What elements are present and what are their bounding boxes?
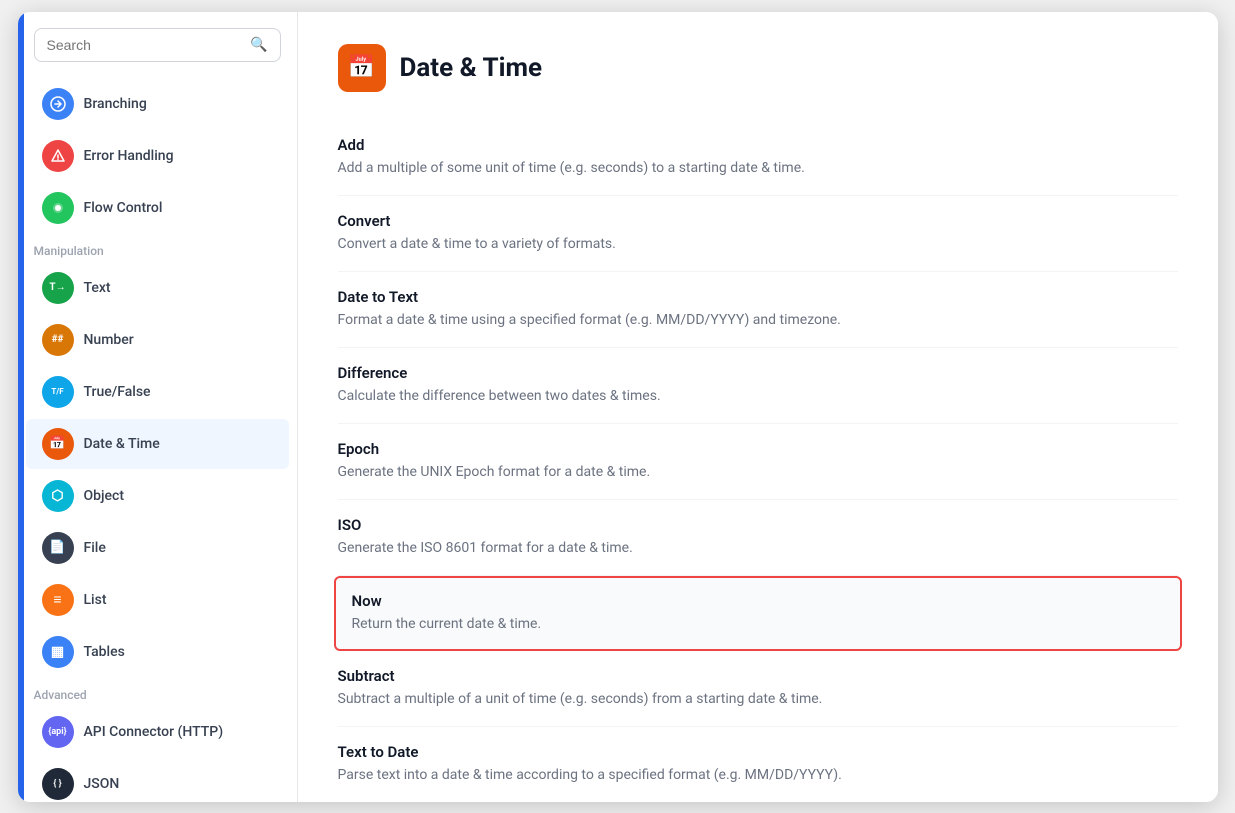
text-label: Text: [84, 280, 111, 296]
function-item-convert[interactable]: Convert Convert a date & time to a varie…: [338, 196, 1178, 272]
number-label: Number: [84, 332, 134, 348]
date-time-label: Date & Time: [84, 436, 160, 452]
page-header: 📅 Date & Time: [338, 44, 1178, 92]
sidebar-item-branching[interactable]: Branching: [26, 79, 289, 129]
sidebar-item-list[interactable]: ≡ List: [26, 575, 289, 625]
function-name-add: Add: [338, 136, 1178, 154]
function-desc-difference: Calculate the difference between two dat…: [338, 386, 1178, 407]
function-list: Add Add a multiple of some unit of time …: [338, 120, 1178, 802]
search-container: 🔍: [18, 28, 297, 78]
sidebar-item-error-handling[interactable]: Error Handling: [26, 131, 289, 181]
object-label: Object: [84, 488, 125, 504]
function-name-convert: Convert: [338, 212, 1178, 230]
true-false-icon: T/F: [42, 376, 74, 408]
function-name-iso: ISO: [338, 516, 1178, 534]
function-name-text-to-date: Text to Date: [338, 743, 1178, 761]
function-name-epoch: Epoch: [338, 440, 1178, 458]
list-icon: ≡: [42, 584, 74, 616]
sidebar-item-text[interactable]: T→ Text: [26, 263, 289, 313]
sidebar-item-json[interactable]: { } JSON: [26, 759, 289, 802]
function-desc-subtract: Subtract a multiple of a unit of time (e…: [338, 689, 1178, 710]
page-header-icon: 📅: [338, 44, 386, 92]
error-handling-label: Error Handling: [84, 148, 174, 164]
function-item-date-to-text[interactable]: Date to Text Format a date & time using …: [338, 272, 1178, 348]
sidebar-item-file[interactable]: 📄 File: [26, 523, 289, 573]
function-item-epoch[interactable]: Epoch Generate the UNIX Epoch format for…: [338, 424, 1178, 500]
function-desc-add: Add a multiple of some unit of time (e.g…: [338, 158, 1178, 179]
function-desc-date-to-text: Format a date & time using a specified f…: [338, 310, 1178, 331]
search-icon: 🔍: [250, 37, 267, 53]
search-box[interactable]: 🔍: [34, 28, 281, 62]
function-desc-text-to-date: Parse text into a date & time according …: [338, 765, 1178, 786]
function-item-subtract[interactable]: Subtract Subtract a multiple of a unit o…: [338, 651, 1178, 727]
function-item-text-to-date[interactable]: Text to Date Parse text into a date & ti…: [338, 727, 1178, 802]
list-label: List: [84, 592, 107, 608]
sidebar-item-tables[interactable]: ▦ Tables: [26, 627, 289, 677]
branching-icon: [42, 88, 74, 120]
file-icon: 📄: [42, 532, 74, 564]
function-item-now[interactable]: Now Return the current date & time.: [334, 576, 1182, 651]
function-item-iso[interactable]: ISO Generate the ISO 8601 format for a d…: [338, 500, 1178, 576]
tables-icon: ▦: [42, 636, 74, 668]
function-name-subtract: Subtract: [338, 667, 1178, 685]
page-title: Date & Time: [400, 53, 543, 83]
function-desc-epoch: Generate the UNIX Epoch format for a dat…: [338, 462, 1178, 483]
function-item-add[interactable]: Add Add a multiple of some unit of time …: [338, 120, 1178, 196]
text-icon: T→: [42, 272, 74, 304]
advanced-section-label: Advanced: [18, 678, 297, 706]
search-input[interactable]: [47, 37, 243, 53]
sidebar: 🔍 Branching Error Handling: [18, 12, 298, 802]
number-icon: ##: [42, 324, 74, 356]
error-handling-icon: [42, 140, 74, 172]
object-icon: ⬡: [42, 480, 74, 512]
api-connector-icon: {api}: [42, 716, 74, 748]
sidebar-item-number[interactable]: ## Number: [26, 315, 289, 365]
function-item-difference[interactable]: Difference Calculate the difference betw…: [338, 348, 1178, 424]
flow-control-label: Flow Control: [84, 200, 163, 216]
sidebar-item-object[interactable]: ⬡ Object: [26, 471, 289, 521]
sidebar-item-date-time[interactable]: 📅 Date & Time: [26, 419, 289, 469]
sidebar-item-api-connector[interactable]: {api} API Connector (HTTP): [26, 707, 289, 757]
manipulation-section-label: Manipulation: [18, 234, 297, 262]
file-label: File: [84, 540, 106, 556]
json-icon: { }: [42, 768, 74, 800]
branching-label: Branching: [84, 96, 147, 112]
main-content: 📅 Date & Time Add Add a multiple of some…: [298, 12, 1218, 802]
sidebar-item-true-false[interactable]: T/F True/False: [26, 367, 289, 417]
function-desc-iso: Generate the ISO 8601 format for a date …: [338, 538, 1178, 559]
function-name-difference: Difference: [338, 364, 1178, 382]
json-label: JSON: [84, 776, 120, 792]
true-false-label: True/False: [84, 384, 151, 400]
api-connector-label: API Connector (HTTP): [84, 724, 224, 740]
tables-label: Tables: [84, 644, 125, 660]
app-window: 🔍 Branching Error Handling: [18, 12, 1218, 802]
flow-control-icon: [42, 192, 74, 224]
function-name-date-to-text: Date to Text: [338, 288, 1178, 306]
function-name-now: Now: [352, 592, 1164, 610]
function-desc-now: Return the current date & time.: [352, 614, 1164, 635]
sidebar-item-flow-control[interactable]: Flow Control: [26, 183, 289, 233]
function-desc-convert: Convert a date & time to a variety of fo…: [338, 234, 1178, 255]
date-time-icon: 📅: [42, 428, 74, 460]
